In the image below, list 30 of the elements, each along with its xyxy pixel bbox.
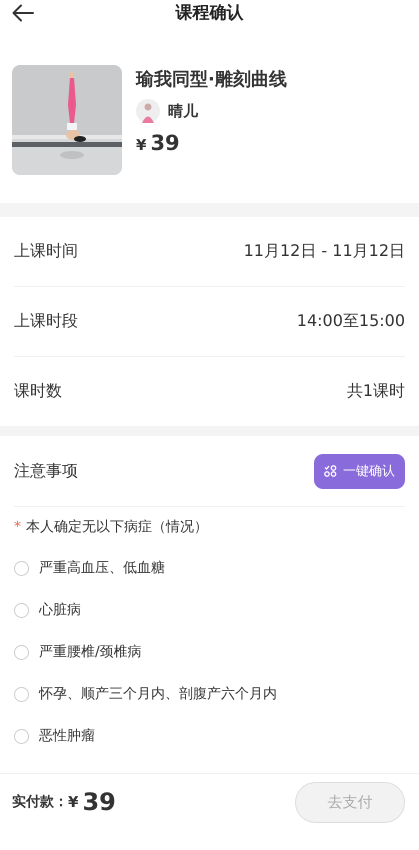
info-label: 上课时间 [14,241,78,262]
info-value: 共1课时 [346,381,405,402]
option-label: 心脏病 [39,601,81,619]
info-value: 14:00至15:00 [296,311,405,332]
course-price: 39 [150,131,180,155]
info-label: 课时数 [14,381,62,402]
radio-button[interactable] [14,602,29,618]
option-label: 怀孕、顺产三个月内、剖腹产六个月内 [39,685,277,703]
option-label: 严重高血压、低血糖 [39,559,165,577]
teacher-name: 晴儿 [168,102,198,120]
option-label: 恶性肿瘤 [39,727,95,745]
page-title: 课程确认 [174,2,244,24]
currency-symbol: ¥ [68,793,78,811]
question-text: 本人确定无以下病症（情况） [26,518,208,536]
radio-button[interactable] [14,686,29,702]
radio-button[interactable] [14,644,29,660]
avatar [136,99,160,123]
course-title: 瑜我同型·雕刻曲线 [136,68,287,91]
currency-symbol: ¥ [136,136,146,154]
info-label: 上课时段 [14,311,78,332]
checklist-icon [324,465,337,477]
section-title: 注意事项 [14,460,78,482]
info-value: 11月12日 - 11月12日 [244,241,405,262]
option-label: 严重腰椎/颈椎病 [39,643,142,661]
total-label: 实付款： [12,793,68,811]
radio-button[interactable] [14,560,29,576]
radio-button[interactable] [14,728,29,744]
total-amount: 39 [82,788,116,816]
confirm-all-button[interactable]: 一键确认 [314,454,405,488]
required-mark: * [14,519,21,535]
